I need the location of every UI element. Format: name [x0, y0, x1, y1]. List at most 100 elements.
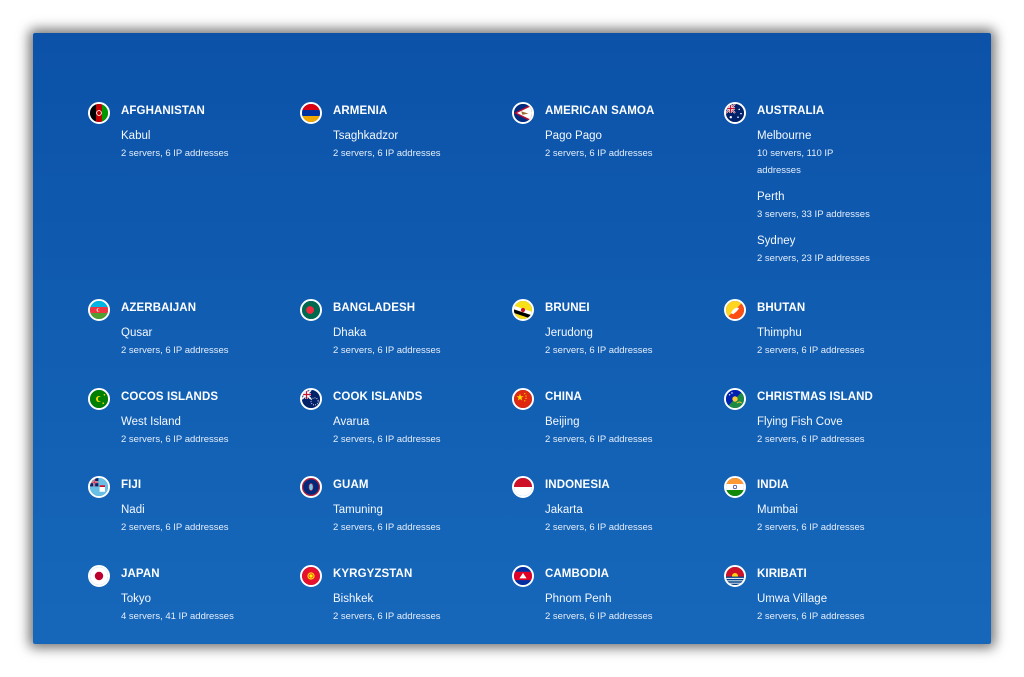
city-entry: Perth 3 servers, 33 IP addresses	[757, 189, 870, 223]
country-name: CHRISTMAS ISLAND	[757, 391, 873, 403]
christmas-island-flag-icon	[724, 388, 746, 410]
city-name: Jerudong	[545, 327, 593, 339]
city-entry: Bishkek 2 servers, 6 IP addresses	[333, 591, 453, 625]
country-name: CAMBODIA	[545, 568, 610, 580]
country-name: FIJI	[121, 479, 142, 491]
city-name: Jakarta	[545, 504, 583, 516]
city-name: Pago Pago	[545, 130, 602, 142]
city-entry: Tamuning 2 servers, 6 IP addresses	[333, 502, 453, 536]
country-name: CHINA	[545, 391, 582, 403]
city-server-count: 2 servers, 6 IP addresses	[757, 345, 865, 356]
city-server-count: 2 servers, 6 IP addresses	[121, 434, 229, 445]
city-entry: Phnom Penh 2 servers, 6 IP addresses	[545, 591, 665, 625]
city-server-count: 2 servers, 6 IP addresses	[757, 522, 865, 533]
city-entry: West Island 2 servers, 6 IP addresses	[121, 414, 241, 448]
city-server-count: 2 servers, 6 IP addresses	[333, 611, 441, 622]
afghanistan-flag-icon	[88, 102, 110, 124]
cambodia-flag-icon	[512, 565, 534, 587]
city-entry: Mumbai 2 servers, 6 IP addresses	[757, 502, 877, 536]
country-name: KYRGYZSTAN	[333, 568, 413, 580]
country-name: KIRIBATI	[757, 568, 807, 580]
city-name: Qusar	[121, 327, 153, 339]
brunei-flag-icon	[512, 299, 534, 321]
country-name: COCOS ISLANDS	[121, 391, 219, 403]
city-entry: Tokyo 4 servers, 41 IP addresses	[121, 591, 241, 625]
city-entry: Dhaka 2 servers, 6 IP addresses	[333, 325, 453, 359]
country-name: GUAM	[333, 479, 369, 491]
city-entry: Thimphu 2 servers, 6 IP addresses	[757, 325, 877, 359]
city-name: Mumbai	[757, 504, 798, 516]
fiji-flag-icon	[88, 476, 110, 498]
city-server-count: 2 servers, 23 IP addresses	[757, 253, 870, 264]
city-name: Sydney	[757, 235, 796, 247]
cook-islands-flag-icon	[300, 388, 322, 410]
bhutan-flag-icon	[724, 299, 746, 321]
city-entry: Pago Pago 2 servers, 6 IP addresses	[545, 128, 665, 162]
country-name: BHUTAN	[757, 302, 806, 314]
city-server-count: 2 servers, 6 IP addresses	[545, 611, 653, 622]
city-entry: Sydney 2 servers, 23 IP addresses	[757, 233, 870, 267]
city-name: Dhaka	[333, 327, 367, 339]
city-server-count: 2 servers, 6 IP addresses	[757, 611, 865, 622]
country-name: ARMENIA	[333, 105, 388, 117]
city-name: Nadi	[121, 504, 145, 516]
city-server-count: 2 servers, 6 IP addresses	[545, 148, 653, 159]
country-name: AFGHANISTAN	[121, 105, 205, 117]
city-name: Tsaghkadzor	[333, 130, 399, 142]
guam-flag-icon	[300, 476, 322, 498]
country-name: INDONESIA	[545, 479, 610, 491]
country-name: JAPAN	[121, 568, 160, 580]
azerbaijan-flag-icon	[88, 299, 110, 321]
city-entry: Flying Fish Cove 2 servers, 6 IP address…	[757, 414, 877, 448]
country-name: AZERBAIJAN	[121, 302, 197, 314]
city-name: Tamuning	[333, 504, 383, 516]
australia-flag-icon	[724, 102, 746, 124]
country-name: INDIA	[757, 479, 789, 491]
city-server-count: 2 servers, 6 IP addresses	[121, 522, 229, 533]
city-entry: Jerudong 2 servers, 6 IP addresses	[545, 325, 665, 359]
bangladesh-flag-icon	[300, 299, 322, 321]
kyrgyzstan-flag-icon	[300, 565, 322, 587]
city-server-count: 2 servers, 6 IP addresses	[333, 148, 441, 159]
server-locations-panel: AFGHANISTAN Kabul 2 servers, 6 IP addres…	[33, 33, 991, 644]
kiribati-flag-icon	[724, 565, 746, 587]
armenia-flag-icon	[300, 102, 322, 124]
indonesia-flag-icon	[512, 476, 534, 498]
country-name: AMERICAN SAMOA	[545, 105, 655, 117]
city-server-count: 2 servers, 6 IP addresses	[545, 434, 653, 445]
city-server-count: 4 servers, 41 IP addresses	[121, 611, 234, 622]
india-flag-icon	[724, 476, 746, 498]
city-name: Bishkek	[333, 593, 374, 605]
city-server-count: 2 servers, 6 IP addresses	[545, 522, 653, 533]
american-samoa-flag-icon	[512, 102, 534, 124]
city-name: Umwa Village	[757, 593, 828, 605]
country-name: BRUNEI	[545, 302, 590, 314]
city-entry: Kabul 2 servers, 6 IP addresses	[121, 128, 241, 162]
city-server-count: 2 servers, 6 IP addresses	[757, 434, 865, 445]
city-server-count: 2 servers, 6 IP addresses	[121, 148, 229, 159]
city-name: Flying Fish Cove	[757, 416, 843, 428]
city-name: West Island	[121, 416, 181, 428]
city-entry: Avarua 2 servers, 6 IP addresses	[333, 414, 453, 448]
china-flag-icon	[512, 388, 534, 410]
city-entry: Melbourne 10 servers, 110 IP addresses	[757, 128, 847, 179]
city-name: Perth	[757, 191, 785, 203]
city-entry: Umwa Village 2 servers, 6 IP addresses	[757, 591, 877, 625]
city-name: Phnom Penh	[545, 593, 612, 605]
country-name: BANGLADESH	[333, 302, 416, 314]
japan-flag-icon	[88, 565, 110, 587]
cocos-islands-flag-icon	[88, 388, 110, 410]
city-server-count: 2 servers, 6 IP addresses	[333, 434, 441, 445]
city-entry: Beijing 2 servers, 6 IP addresses	[545, 414, 665, 448]
country-name: AUSTRALIA	[757, 105, 825, 117]
city-name: Kabul	[121, 130, 151, 142]
country-name: COOK ISLANDS	[333, 391, 423, 403]
city-name: Melbourne	[757, 130, 812, 142]
city-server-count: 2 servers, 6 IP addresses	[333, 345, 441, 356]
city-name: Thimphu	[757, 327, 802, 339]
city-server-count: 2 servers, 6 IP addresses	[545, 345, 653, 356]
city-name: Beijing	[545, 416, 580, 428]
city-entry: Tsaghkadzor 2 servers, 6 IP addresses	[333, 128, 453, 162]
city-entry: Qusar 2 servers, 6 IP addresses	[121, 325, 241, 359]
city-name: Tokyo	[121, 593, 152, 605]
